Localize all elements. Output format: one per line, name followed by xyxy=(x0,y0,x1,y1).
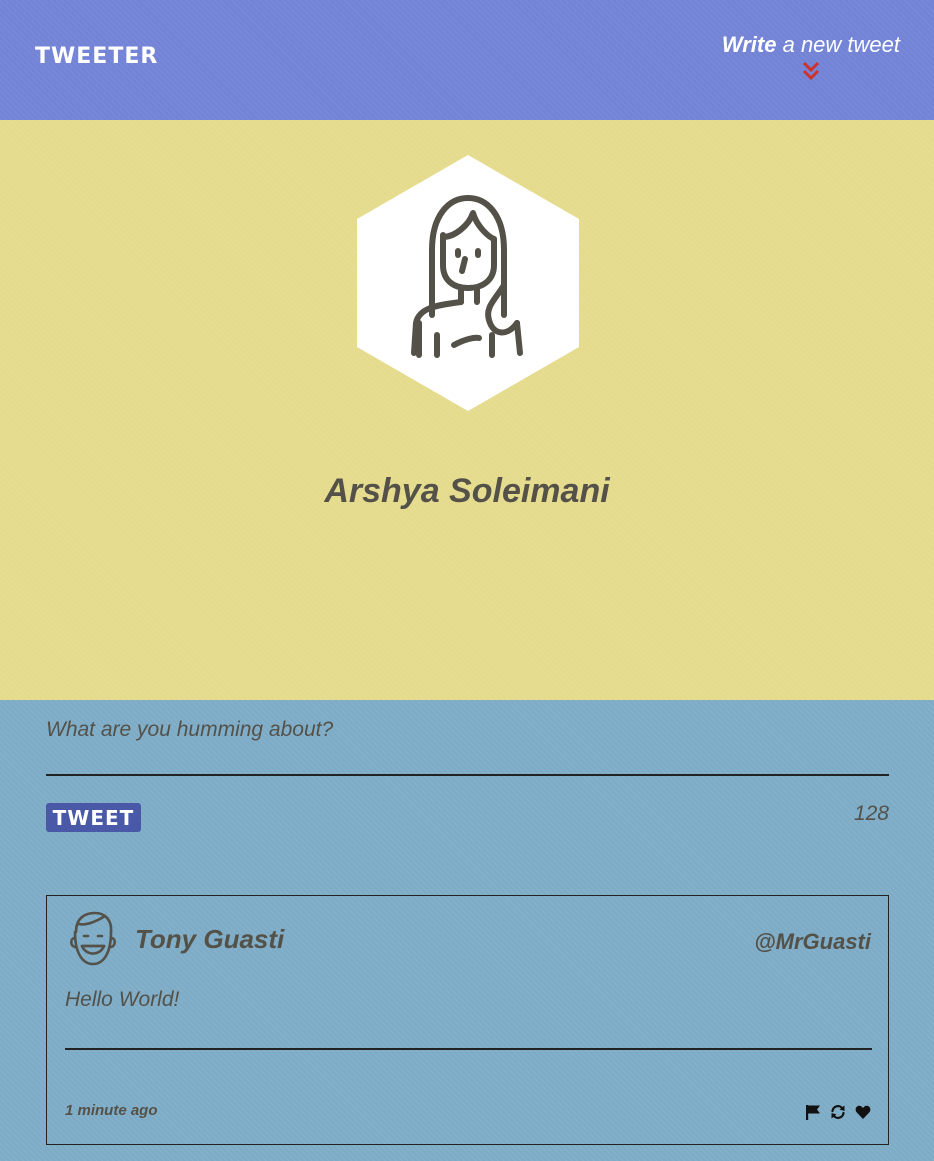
tweet-compose-input[interactable] xyxy=(46,714,889,776)
smiling-man-avatar-icon xyxy=(69,911,117,966)
top-nav: TWEETER Write a new tweet xyxy=(0,0,934,120)
write-new-tweet-toggle[interactable]: Write a new tweet xyxy=(722,32,900,82)
profile-name: Arshya Soleimani xyxy=(324,472,610,510)
tweet-submit-button[interactable]: TWEET xyxy=(46,803,141,832)
tweet-author-handle[interactable]: @MrGuasti xyxy=(754,929,871,955)
brand-logo[interactable]: TWEETER xyxy=(35,44,158,69)
tweet-timestamp: 1 minute ago xyxy=(65,1102,158,1119)
compose-toggle-rest: a new tweet xyxy=(776,32,900,57)
character-counter: 128 xyxy=(853,802,889,825)
tweet-content: Hello World! xyxy=(65,988,180,1011)
tweet-feed-area: TWEET 128 Tony Guasti @MrGuasti Hello Wo… xyxy=(0,700,934,1161)
compose-toggle-label: Write a new tweet xyxy=(722,32,900,57)
tweet-author-name: Tony Guasti xyxy=(135,924,285,954)
double-chevron-down-icon xyxy=(802,61,819,81)
profile-section: Arshya Soleimani xyxy=(0,120,934,700)
tweet-divider xyxy=(65,1048,872,1050)
heart-icon[interactable] xyxy=(855,1104,871,1120)
compose-toggle-bold: Write xyxy=(721,32,777,57)
tweet-card: Tony Guasti @MrGuasti Hello World! 1 min… xyxy=(46,895,889,1145)
retweet-icon[interactable] xyxy=(830,1104,846,1120)
flag-icon[interactable] xyxy=(805,1104,821,1120)
woman-avatar-icon xyxy=(357,155,579,411)
tweet-actions xyxy=(805,1104,871,1120)
